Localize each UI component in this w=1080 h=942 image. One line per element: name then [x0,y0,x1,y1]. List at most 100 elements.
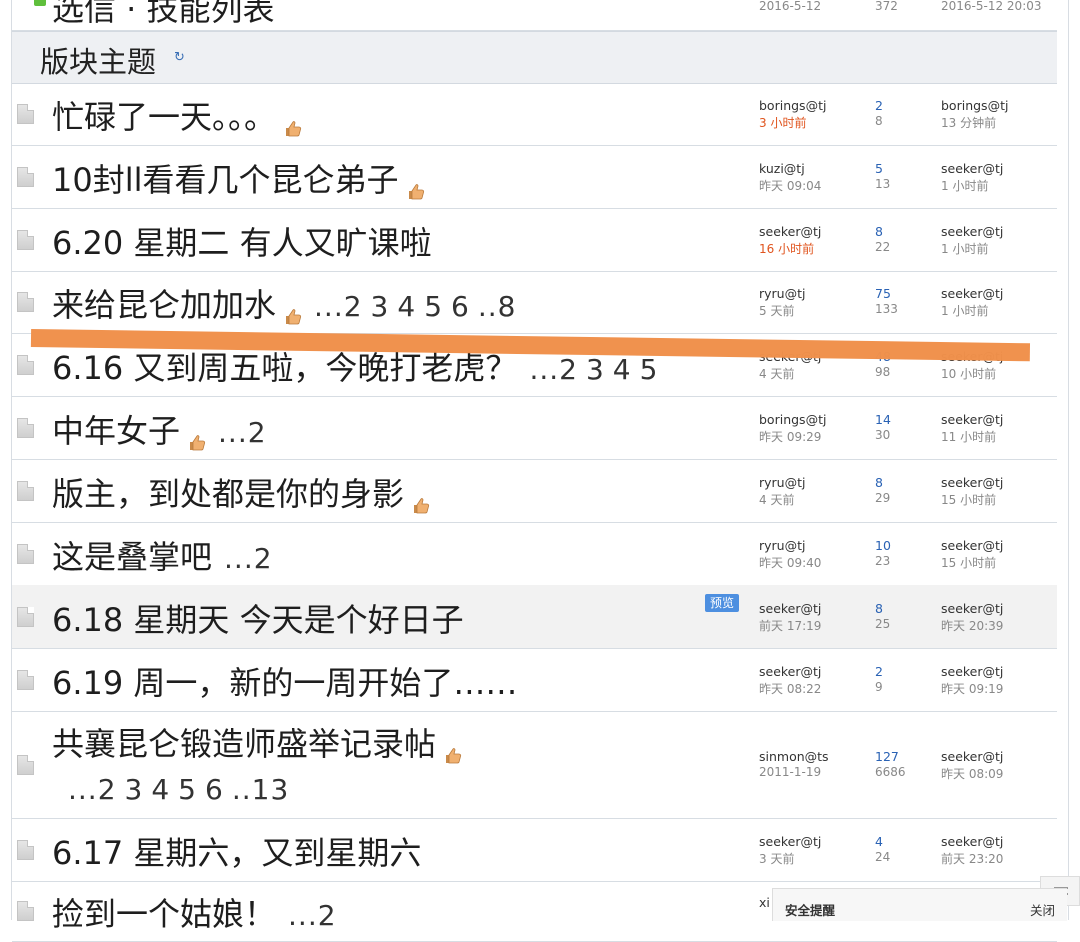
reply-count[interactable]: 8 [875,224,883,239]
preview-badge[interactable]: 预览 [705,594,739,612]
reply-count[interactable]: 8 [875,601,883,616]
page-link[interactable]: ...2 [288,899,337,932]
thread-title-text[interactable]: 6.17 星期六，又到星期六 [52,834,421,872]
last-post-user[interactable]: seeker@tj [941,664,1003,679]
thread-title[interactable]: 6.17 星期六，又到星期六 [52,828,421,874]
thread-title[interactable]: 这是叠掌吧 ...2 [52,532,281,578]
thread-title[interactable]: 版主，到处都是你的身影 [52,469,430,515]
last-post-user[interactable]: seeker@tj [941,475,1003,490]
reply-count[interactable]: 127 [875,749,899,764]
page-link[interactable]: ...2 [68,773,117,806]
page-link[interactable]: 5 [178,773,197,806]
author-name[interactable]: ryru@tj [759,286,805,301]
thread-title-text[interactable]: 这是叠掌吧 [52,538,212,576]
reply-count[interactable]: 10 [875,538,891,553]
page-link[interactable]: ...2 [218,416,267,449]
author-name[interactable]: kuzi@tj [759,161,805,176]
thread-title-text[interactable]: 6.19 周一，新的一周开始了…… [52,664,517,702]
thread-row[interactable]: 6.19 周一，新的一周开始了…… seeker@tj 昨天 08:22 2 9 seek… [12,648,1057,712]
reply-count[interactable]: 5 [875,161,883,176]
thread-row[interactable]: 10封ll看看几个昆仑弟子 kuzi@tj 昨天 09:04 5 13 seeker@tj… [12,145,1057,209]
reply-count[interactable]: 4 [875,834,883,849]
stats-cell: 5 13 [875,161,890,191]
thread-title[interactable]: 选信 · 技能列表 [52,0,275,30]
reply-count[interactable]: 75 [875,286,891,301]
close-button[interactable]: 关闭 [1030,900,1055,919]
author-name[interactable]: sinmon@ts [759,749,829,764]
author-name[interactable]: borings@tj [759,412,826,427]
last-post-user[interactable]: borings@tj [941,98,1008,113]
page-link[interactable]: 3 [125,773,144,806]
thread-row[interactable]: 来给昆仑加加水 ...2 3 4 5 6 ..8 ryru@tj 5 天前 75 133 seeker… [12,271,1057,334]
last-post-cell: seeker@tj 前天 23:20 [941,834,1003,867]
thread-row[interactable]: 忙碌了一天。。。 borings@tj 3 小时前 2 8 borings@tj 13 分钟… [12,83,1057,146]
page-link[interactable]: 6 [205,773,224,806]
author-name[interactable]: seeker@tj [759,664,821,679]
author-name[interactable]: ryru@tj [759,475,805,490]
author-name[interactable]: borings@tj [759,98,826,113]
page-link[interactable]: 5 [424,290,443,323]
page-link[interactable]: 4 [397,290,416,323]
page-link[interactable]: ...2 [224,542,273,575]
thread-title[interactable]: 10封ll看看几个昆仑弟子 [52,155,425,201]
thread-title-text[interactable]: 忙碌了一天。。。 [52,98,276,136]
thread-title[interactable]: 捡到一个姑娘！ ...2 [52,889,345,935]
page-link[interactable]: ...2 [529,353,578,386]
thread-title[interactable]: 共襄昆仑锻造师盛举记录帖 [52,719,462,765]
thumbs-up-icon [284,107,302,136]
thread-row[interactable]: 版主，到处都是你的身影 ryru@tj 4 天前 8 29 seeker@tj 15 小时前 [12,459,1057,523]
thread-row[interactable]: 中年女子 ...2 borings@tj 昨天 09:29 14 30 seeker@tj 1… [12,396,1057,460]
thread-title[interactable]: 忙碌了一天。。。 [52,92,302,138]
author-name[interactable]: seeker@tj [759,834,821,849]
page-link[interactable]: ...2 [314,290,363,323]
last-post-user[interactable]: seeker@tj [941,538,1003,553]
thread-row[interactable]: 6.20 星期二 有人又旷课啦 seeker@tj 16 小时前 8 22 seeker@… [12,208,1057,272]
thumbs-up-icon [412,484,430,513]
page-link[interactable]: 4 [613,353,632,386]
refresh-icon[interactable]: ↻ [174,51,186,64]
page-link[interactable]: 4 [151,773,170,806]
reply-count[interactable]: 14 [875,412,891,427]
thread-row[interactable]: 这是叠掌吧 ...2 ryru@tj 昨天 09:40 10 23 seeker@tj 15 … [12,522,1057,586]
reply-count[interactable]: 2 [875,664,883,679]
thread-title-text[interactable]: 6.18 星期天 今天是个好日子 [52,601,464,639]
page-link[interactable]: 3 [586,353,605,386]
page-link[interactable]: 3 [371,290,390,323]
author-name[interactable]: ryru@tj [759,538,805,553]
thread-row[interactable]: 6.17 星期六，又到星期六 seeker@tj 3 天前 4 24 seeker@tj 前… [12,818,1057,882]
view-count: 30 [875,428,891,442]
thread-title-text[interactable]: 中年女子 [52,412,180,450]
last-post-user[interactable]: seeker@tj [941,224,1003,239]
thread-title-text[interactable]: 捡到一个姑娘！ [52,895,276,933]
thread-title-text[interactable]: 共襄昆仑锻造师盛举记录帖 [52,725,436,763]
last-post-user[interactable]: seeker@tj [941,601,1003,616]
thread-title-text[interactable]: 6.16 又到周五啦，今晚打老虎？ [52,349,517,387]
thread-title[interactable]: 6.19 周一，新的一周开始了…… [52,658,517,704]
thread-row[interactable]: 6.18 星期天 今天是个好日子 预览 seeker@tj 前天 17:19 8 25 se… [12,585,1057,649]
last-post-user[interactable]: seeker@tj [941,412,1003,427]
page-link[interactable]: 5 [640,353,659,386]
last-post-user[interactable]: seeker@tj [941,161,1003,176]
author-name[interactable]: seeker@tj [759,224,821,239]
author-cell: seeker@tj 16 小时前 [759,224,821,257]
last-post-user[interactable]: seeker@tj [941,286,1003,301]
thread-title[interactable]: 6.20 星期二 有人又旷课啦 [52,218,432,264]
thread-title-text[interactable]: 来给昆仑加加水 [52,286,276,324]
page-link[interactable]: ..8 [478,290,517,323]
last-post-user[interactable]: seeker@tj [941,834,1003,849]
reply-count[interactable]: 8 [875,475,883,490]
page-link[interactable]: ..13 [232,773,289,806]
thread-title[interactable]: 中年女子 ...2 [52,406,275,452]
thread-title-text[interactable]: 版主，到处都是你的身影 [52,475,404,513]
reply-count[interactable]: 2 [875,98,883,113]
thread-title[interactable]: 6.18 星期天 今天是个好日子 [52,595,464,641]
top-thread-row[interactable]: 选信 · 技能列表 2016-5-12 372 2016-5-12 20:03 [12,0,1057,31]
page-link[interactable]: 6 [451,290,470,323]
last-post-user[interactable]: seeker@tj [941,749,1003,764]
thread-title[interactable]: 来给昆仑加加水 ...2 3 4 5 6 ..8 [52,280,524,326]
author-name[interactable]: xi [759,895,770,910]
thread-title-text[interactable]: 10封ll看看几个昆仑弟子 [52,161,399,199]
thread-title-text[interactable]: 6.20 星期二 有人又旷课啦 [52,224,432,262]
author-name[interactable]: seeker@tj [759,601,821,616]
thread-row[interactable]: 共襄昆仑锻造师盛举记录帖 ...2 3 4 5 6 ..13 sinmon@ts 2011-1-… [12,711,1057,819]
